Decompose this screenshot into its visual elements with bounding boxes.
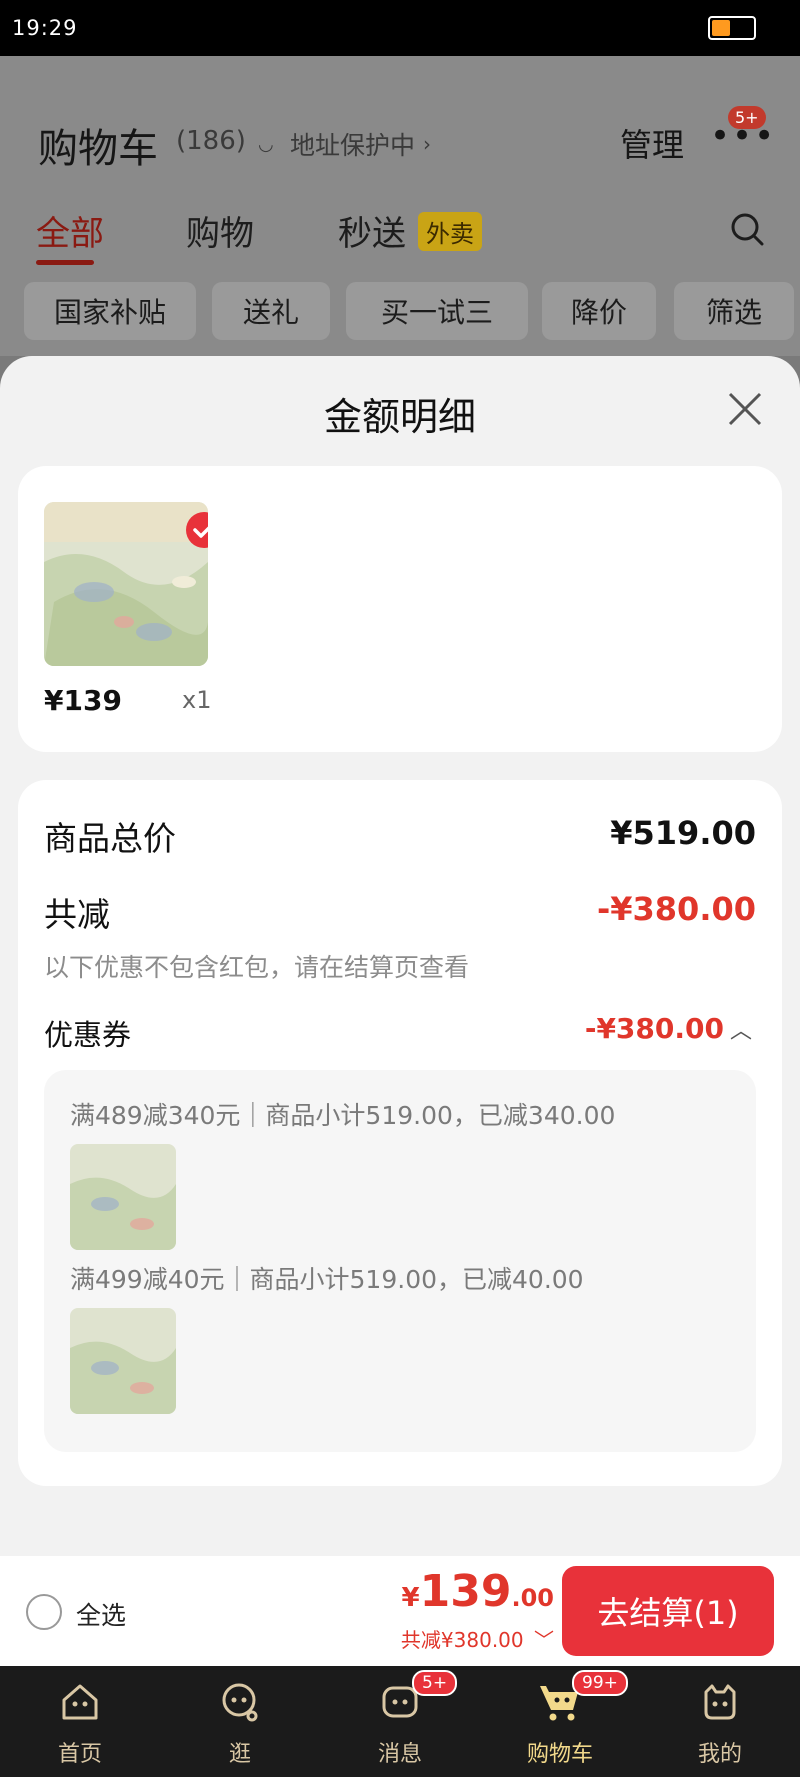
checkout-button[interactable]: 去结算(1) bbox=[562, 1566, 774, 1656]
nav-home-label: 首页 bbox=[57, 1742, 102, 1767]
total-price: ¥139.00 bbox=[402, 1566, 554, 1617]
tab-instant[interactable]: 秒送 bbox=[338, 206, 406, 255]
battery-icon bbox=[708, 16, 756, 40]
nav-messages-label: 消息 bbox=[377, 1742, 422, 1767]
coupon-2-product-thumbnail bbox=[70, 1308, 176, 1414]
page-title: 购物车 bbox=[38, 126, 158, 172]
address-protection-link[interactable]: ◡ 地址保护中 › bbox=[258, 124, 447, 164]
status-time: 19:29 bbox=[12, 16, 78, 40]
product-qty: x1 bbox=[182, 686, 212, 714]
chip-trial[interactable]: 买一试三 bbox=[346, 282, 528, 340]
price-detail-card: 商品总价 ¥519.00 共减 -¥380.00 以下优惠不包含红包，请在结算页… bbox=[18, 780, 782, 1486]
nav-browse-label: 逛 bbox=[228, 1742, 251, 1767]
tab-shopping[interactable]: 购物 bbox=[186, 206, 254, 255]
discount-value: -¥380.00 bbox=[596, 890, 756, 928]
sheet-title: 金额明细 bbox=[323, 395, 476, 439]
coupon-toggle[interactable]: -¥380.00 ︿ bbox=[585, 1012, 752, 1045]
price-decimal: .00 bbox=[511, 1584, 554, 1612]
nav-cart-label: 购物车 bbox=[526, 1742, 593, 1767]
coupon-rule-1: 满489减340元｜商品小计519.00，已减340.00 bbox=[70, 1101, 616, 1130]
nav-home[interactable]: 首页 bbox=[20, 1666, 140, 1777]
chevron-right-icon: › bbox=[423, 132, 432, 156]
discount-label: 共减 bbox=[44, 895, 110, 934]
price-integer: 139 bbox=[419, 1566, 512, 1617]
chip-price-drop[interactable]: 降价 bbox=[542, 282, 656, 340]
discount-note: 以下优惠不包含红包，请在结算页查看 bbox=[44, 953, 470, 982]
bedding-image bbox=[44, 502, 208, 666]
takeout-tag: 外卖 bbox=[418, 212, 482, 251]
chevron-up-icon: ︿ bbox=[729, 1019, 752, 1044]
status-bar: 19:29 bbox=[0, 0, 800, 56]
tab-underline bbox=[36, 260, 94, 265]
select-all-label[interactable]: 全选 bbox=[76, 1596, 126, 1632]
saved-amount: 共减¥380.00 bbox=[400, 1628, 524, 1652]
home-icon bbox=[62, 1684, 98, 1720]
address-protection-label: 地址保护中 bbox=[290, 131, 416, 160]
profile-icon bbox=[704, 1684, 736, 1720]
coupon-list: 满489减340元｜商品小计519.00，已减340.00 满499减40元｜商… bbox=[44, 1070, 756, 1452]
chip-subsidy[interactable]: 国家补贴 bbox=[24, 282, 196, 340]
chip-gift[interactable]: 送礼 bbox=[212, 282, 330, 340]
amount-detail-sheet: 金额明细 ¥139 x1 商品总价 ¥519.00 共减 -¥380.00 以下… bbox=[0, 356, 800, 1556]
tab-all[interactable]: 全部 bbox=[36, 206, 104, 255]
nav-messages[interactable]: 5+ 消息 bbox=[340, 1666, 460, 1777]
coupon-value: -¥380.00 bbox=[584, 1012, 724, 1045]
close-icon[interactable] bbox=[726, 390, 764, 428]
product-card: ¥139 x1 bbox=[18, 466, 782, 752]
battery-fill bbox=[712, 20, 730, 36]
cart-tabs: 全部 购物 秒送 外卖 bbox=[0, 206, 800, 266]
cart-page-background: 购物车 (186) ◡ 地址保护中 › 管理 ••• 5+ 全部 购物 秒送 外… bbox=[0, 56, 800, 356]
coupon-rule-2: 满499减40元｜商品小计519.00，已减40.00 bbox=[70, 1265, 584, 1294]
messages-badge: 5+ bbox=[412, 1670, 458, 1696]
total-value: ¥519.00 bbox=[610, 814, 756, 852]
bottom-nav: 首页 逛 5+ 消息 99+ 购物车 我的 bbox=[0, 1666, 800, 1777]
more-badge: 5+ bbox=[728, 106, 766, 129]
cart-badge: 99+ bbox=[572, 1670, 628, 1696]
chip-filter[interactable]: 筛选 bbox=[674, 282, 794, 340]
selected-check-icon[interactable] bbox=[186, 512, 208, 548]
total-label: 商品总价 bbox=[44, 819, 176, 858]
address-shield-icon: ◡ bbox=[258, 133, 274, 155]
search-icon[interactable] bbox=[728, 210, 768, 250]
select-all-checkbox[interactable] bbox=[26, 1594, 62, 1630]
chevron-down-icon: ﹀ bbox=[534, 1628, 554, 1652]
filter-chips: 国家补贴 送礼 买一试三 降价 筛选 bbox=[0, 282, 800, 342]
product-price: ¥139 bbox=[44, 684, 122, 717]
manage-button[interactable]: 管理 bbox=[620, 120, 684, 166]
cart-count: (186) bbox=[176, 126, 246, 156]
checkout-bar: 全选 ¥139.00 共减¥380.00 ﹀ 去结算(1) bbox=[0, 1556, 800, 1666]
price-symbol: ¥ bbox=[401, 1583, 420, 1613]
nav-profile-label: 我的 bbox=[697, 1742, 742, 1767]
nav-profile[interactable]: 我的 bbox=[660, 1666, 780, 1777]
nav-cart[interactable]: 99+ 购物车 bbox=[500, 1666, 628, 1777]
coupon-1-product-thumbnail bbox=[70, 1144, 176, 1250]
product-thumbnail[interactable] bbox=[44, 502, 208, 666]
browse-icon bbox=[222, 1683, 258, 1722]
nav-browse[interactable]: 逛 bbox=[180, 1666, 300, 1777]
saved-toggle[interactable]: 共减¥380.00 ﹀ bbox=[401, 1624, 554, 1653]
coupon-label: 优惠券 bbox=[44, 1018, 132, 1052]
